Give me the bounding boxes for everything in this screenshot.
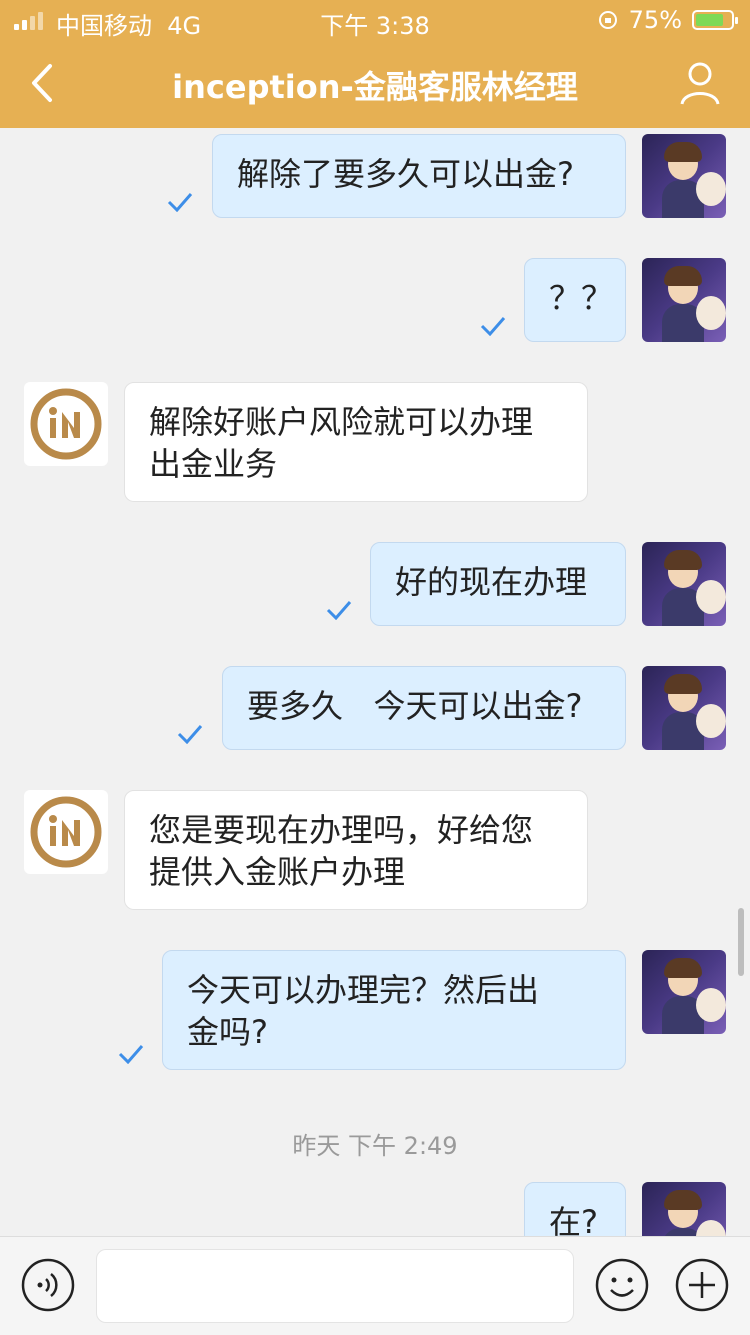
avatar[interactable] xyxy=(642,1182,726,1236)
status-bar: 中国移动 4G 下午 3:38 75% xyxy=(0,0,750,42)
battery-icon xyxy=(692,10,738,30)
battery-percent: 75% xyxy=(628,6,682,34)
read-check-icon xyxy=(177,725,203,744)
message-bubble-incoming[interactable]: 您是要现在办理吗，好给您 提供入金账户办理 xyxy=(124,790,588,910)
avatar[interactable] xyxy=(642,950,726,1034)
company-logo-icon xyxy=(30,388,102,460)
read-check-icon xyxy=(118,1045,144,1064)
scrollbar[interactable] xyxy=(738,908,744,976)
message-input[interactable] xyxy=(96,1249,574,1323)
chat-area[interactable]: 解除了要多久可以出金? ？？ 解除好账户风险就可以办理 出金业务 好的现在办理 … xyxy=(0,128,750,1236)
avatar[interactable] xyxy=(642,258,726,342)
plus-icon[interactable] xyxy=(674,1257,730,1313)
avatar[interactable] xyxy=(24,382,108,466)
message-bubble-outgoing[interactable]: ？？ xyxy=(524,258,626,342)
read-check-icon xyxy=(326,601,352,620)
avatar[interactable] xyxy=(642,666,726,750)
read-check-icon xyxy=(480,317,506,336)
company-logo-icon xyxy=(30,796,102,868)
avatar[interactable] xyxy=(24,790,108,874)
message-bubble-outgoing[interactable]: 要多久 今天可以出金? xyxy=(222,666,626,750)
avatar[interactable] xyxy=(642,542,726,626)
message-bubble-outgoing[interactable]: 今天可以办理完？然后出 金吗? xyxy=(162,950,626,1070)
user-icon[interactable] xyxy=(678,60,722,106)
avatar[interactable] xyxy=(642,134,726,218)
orientation-lock-icon xyxy=(598,11,617,29)
app-header: 中国移动 4G 下午 3:38 75% inception-金融客服林经理 xyxy=(0,0,750,128)
message-bubble-incoming[interactable]: 解除好账户风险就可以办理 出金业务 xyxy=(124,382,588,502)
chat-title: inception-金融客服林经理 xyxy=(172,68,578,106)
read-check-icon xyxy=(167,193,193,212)
message-timestamp: 昨天 下午 2:49 xyxy=(292,1132,458,1160)
message-bubble-outgoing[interactable]: 在? xyxy=(524,1182,626,1236)
input-bar xyxy=(0,1236,750,1335)
message-bubble-outgoing[interactable]: 好的现在办理 xyxy=(370,542,626,626)
emoji-icon[interactable] xyxy=(594,1257,650,1313)
nav-bar: inception-金融客服林经理 xyxy=(0,42,750,128)
voice-icon[interactable] xyxy=(20,1257,76,1313)
message-bubble-outgoing[interactable]: 解除了要多久可以出金? xyxy=(212,134,626,218)
